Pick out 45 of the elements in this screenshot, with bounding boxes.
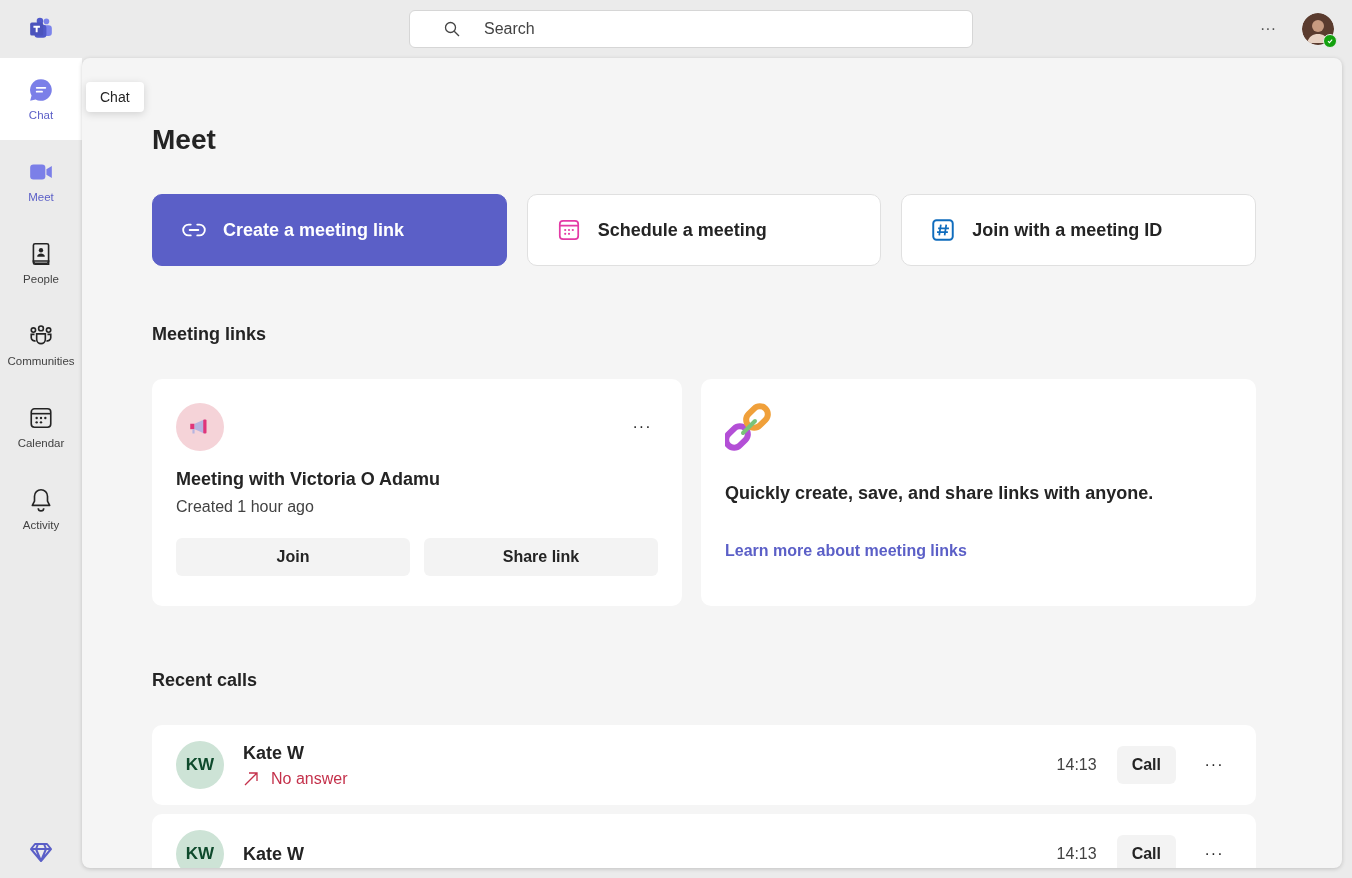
more-options-button[interactable]: ··· <box>1198 749 1230 781</box>
more-options-button[interactable]: ··· <box>1252 13 1284 45</box>
more-options-button[interactable]: ··· <box>626 411 658 443</box>
search-input[interactable]: Search <box>482 19 958 39</box>
promo-text: Quickly create, save, and share links with anyone. <box>725 483 1155 504</box>
chat-icon <box>28 77 54 103</box>
contact-avatar: KW <box>176 830 224 868</box>
learn-more-link[interactable]: Learn more about meeting links <box>725 542 967 560</box>
call-button[interactable]: Call <box>1116 746 1176 784</box>
contact-avatar: KW <box>176 741 224 789</box>
call-row[interactable]: KW Kate W No answer 14:13 Call ··· <box>152 725 1256 805</box>
diamond-icon[interactable] <box>29 840 53 864</box>
call-time: 14:13 <box>1056 756 1097 774</box>
outgoing-arrow-icon <box>243 770 259 787</box>
chain-link-icon <box>725 403 773 451</box>
section-heading: Recent calls <box>152 670 259 691</box>
created-time: Created 1 hour ago <box>176 498 315 516</box>
calendar-icon <box>28 405 54 431</box>
tooltip: Chat <box>86 82 144 112</box>
search-field[interactable]: Search <box>409 10 973 48</box>
call-button[interactable]: Call <box>1116 835 1176 868</box>
rail-item[interactable]: People <box>0 222 82 304</box>
call-status: No answer <box>271 769 348 788</box>
contact-name: Kate W <box>243 742 305 764</box>
action-button[interactable]: Create a meeting link <box>152 194 507 266</box>
rail-item[interactable]: Chat <box>0 58 82 140</box>
rail-item[interactable]: Activity <box>0 468 82 550</box>
meeting-title: Meeting with Victoria O Adamu <box>176 469 442 490</box>
more-options-button[interactable]: ··· <box>1198 838 1230 868</box>
card-button[interactable]: Share link <box>424 538 658 576</box>
rail-item[interactable]: Communities <box>0 304 82 386</box>
call-time: 14:13 <box>1056 845 1097 863</box>
hashtag-icon <box>930 217 957 243</box>
rail-item[interactable]: Meet <box>0 140 82 222</box>
section-heading: Meeting links <box>152 324 268 345</box>
megaphone-icon <box>176 403 224 451</box>
contact-name: Kate W <box>243 843 305 865</box>
action-button[interactable]: Join with a meeting ID <box>901 194 1256 266</box>
page-title: Meet <box>152 124 217 156</box>
rail-item[interactable]: Calendar <box>0 386 82 468</box>
profile-avatar[interactable] <box>1302 13 1334 45</box>
call-row[interactable]: KW Kate W 14:13 Call ··· <box>152 814 1256 868</box>
card-button[interactable]: Join <box>176 538 410 576</box>
action-button[interactable]: Schedule a meeting <box>526 194 882 266</box>
search-icon <box>444 21 460 37</box>
